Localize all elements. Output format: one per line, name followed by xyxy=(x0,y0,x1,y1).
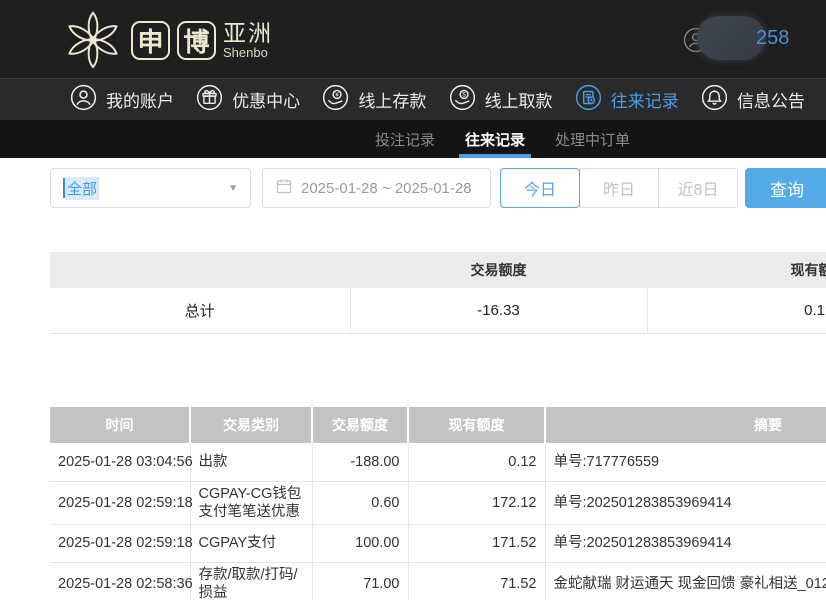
cell-type: CGPAY-CG钱包支付笔笔送优惠 xyxy=(190,481,312,524)
tab-transaction-records[interactable]: 往来记录 xyxy=(465,120,525,158)
summary-header-amount: 交易额度 xyxy=(350,252,647,288)
account-id-suffix[interactable]: 258 xyxy=(756,27,789,50)
main-nav: 我的账户 优惠中心 ¥ xyxy=(0,78,826,120)
nav-label: 优惠中心 xyxy=(232,87,300,112)
summary-total-row: 总计 -16.33 0.12 xyxy=(50,288,826,333)
table-row: 2025-01-28 02:59:18 CGPAY支付 100.00 171.5… xyxy=(50,524,826,562)
table-row: 2025-01-28 02:59:18 CGPAY-CG钱包支付笔笔送优惠 0.… xyxy=(50,481,826,524)
deposit-coin-icon: ¥ xyxy=(322,84,349,116)
user-icon xyxy=(70,84,97,116)
col-header-time: 时间 xyxy=(50,407,190,443)
cell-time: 2025-01-28 03:04:56 xyxy=(50,443,190,481)
records-subnav: 投注记录 往来记录 处理中订单 xyxy=(0,120,826,158)
cell-balance: 71.52 xyxy=(408,562,545,600)
records-clipboard-icon xyxy=(575,84,602,116)
tab-betting-records[interactable]: 投注记录 xyxy=(375,120,435,158)
nav-label: 往来记录 xyxy=(611,87,679,112)
nav-item-online-withdrawal[interactable]: $ 线上取款 xyxy=(449,84,553,116)
gift-icon xyxy=(196,84,223,116)
cell-summary: 金蛇献瑞 财运通天 现金回馈 豪礼相送_0128 xyxy=(545,562,826,600)
col-header-amount: 交易额度 xyxy=(312,407,408,443)
svg-text:$: $ xyxy=(462,91,466,98)
cell-type: CGPAY支付 xyxy=(190,524,312,562)
last-8-days-button[interactable]: 近8日 xyxy=(658,168,738,208)
col-header-type: 交易类别 xyxy=(190,407,312,443)
today-button[interactable]: 今日 xyxy=(500,168,580,208)
page: 申 博 亚洲 Shenbo 258 我的账户 xyxy=(0,0,826,600)
tab-processing-orders[interactable]: 处理中订单 xyxy=(555,120,630,158)
cell-amount: -188.00 xyxy=(312,443,408,481)
table-row: 2025-01-28 03:04:56 出款 -188.00 0.12 单号:7… xyxy=(50,443,826,481)
summary-header-empty xyxy=(50,252,350,288)
yesterday-button[interactable]: 昨日 xyxy=(579,168,659,208)
cell-summary: 单号:202501283853969414 xyxy=(545,524,826,562)
cell-type: 出款 xyxy=(190,443,312,481)
quick-date-button-group: 今日 昨日 近8日 xyxy=(500,168,738,208)
withdraw-coin-icon: $ xyxy=(449,84,476,116)
logo-region: 亚洲 xyxy=(223,21,273,45)
select-value: 全部 xyxy=(65,177,99,200)
nav-label: 线上取款 xyxy=(485,87,553,112)
transaction-type-select[interactable]: 全部 ▼ xyxy=(50,168,251,208)
date-range-input[interactable]: 2025-01-28 ~ 2025-01-28 xyxy=(262,168,491,208)
quick-btn-label: 近8日 xyxy=(678,176,719,200)
tab-label: 往来记录 xyxy=(465,129,525,150)
logo-char-bo: 博 xyxy=(177,21,216,60)
col-header-summary: 摘要 xyxy=(545,407,826,443)
cell-amount: 100.00 xyxy=(312,524,408,562)
col-header-balance: 现有额度 xyxy=(408,407,545,443)
bell-icon xyxy=(701,84,728,116)
records-header-row: 时间 交易类别 交易额度 现有额度 摘要 xyxy=(50,407,826,443)
tab-label: 处理中订单 xyxy=(555,129,630,150)
cell-summary: 单号:717776559 xyxy=(545,443,826,481)
svg-text:¥: ¥ xyxy=(336,91,340,98)
cell-time: 2025-01-28 02:58:36 xyxy=(50,562,190,600)
date-range-value: 2025-01-28 ~ 2025-01-28 xyxy=(301,180,472,197)
nav-item-transaction-records[interactable]: 往来记录 xyxy=(575,84,679,116)
summary-total-balance: 0.12 xyxy=(647,288,826,333)
brand-logo[interactable]: 申 博 亚洲 Shenbo xyxy=(62,7,273,74)
nav-item-online-deposit[interactable]: ¥ 线上存款 xyxy=(322,84,426,116)
query-button[interactable]: 查询 xyxy=(745,168,826,208)
calendar-icon xyxy=(276,178,292,198)
table-row: 2025-01-28 02:58:36 存款/取款/打码/损益 71.00 71… xyxy=(50,562,826,600)
cell-time: 2025-01-28 02:59:18 xyxy=(50,524,190,562)
quick-btn-label: 今日 xyxy=(524,176,556,200)
cell-balance: 0.12 xyxy=(408,443,545,481)
summary-total-amount: -16.33 xyxy=(350,288,647,333)
logo-char-shen: 申 xyxy=(131,21,170,60)
nav-label: 线上存款 xyxy=(358,87,426,112)
cell-type: 存款/取款/打码/损益 xyxy=(190,562,312,600)
brand-header: 申 博 亚洲 Shenbo 258 xyxy=(0,0,826,78)
cell-time: 2025-01-28 02:59:18 xyxy=(50,481,190,524)
username-redacted-pill[interactable] xyxy=(697,16,765,60)
cell-summary: 单号:202501283853969414 xyxy=(545,481,826,524)
cell-balance: 171.52 xyxy=(408,524,545,562)
cell-amount: 71.00 xyxy=(312,562,408,600)
quick-btn-label: 昨日 xyxy=(603,176,635,200)
nav-label: 信息公告 xyxy=(737,87,805,112)
summary-header-balance: 现有额度 xyxy=(647,252,826,288)
flower-logo-icon xyxy=(62,7,124,74)
summary-total-label: 总计 xyxy=(50,288,350,333)
nav-item-promotions[interactable]: 优惠中心 xyxy=(196,84,300,116)
logo-subtitle: Shenbo xyxy=(223,45,273,60)
cell-amount: 0.60 xyxy=(312,481,408,524)
nav-label: 我的账户 xyxy=(106,87,174,112)
records-table: 时间 交易类别 交易额度 现有额度 摘要 2025-01-28 03:04:56… xyxy=(50,407,826,600)
tab-label: 投注记录 xyxy=(375,129,435,150)
caret-down-icon: ▼ xyxy=(228,183,238,194)
summary-header-row: 交易额度 现有额度 xyxy=(50,252,826,288)
nav-item-my-account[interactable]: 我的账户 xyxy=(70,84,174,116)
cell-balance: 172.12 xyxy=(408,481,545,524)
nav-item-announcements[interactable]: 信息公告 xyxy=(701,84,805,116)
summary-table: 交易额度 现有额度 总计 -16.33 0.12 xyxy=(50,252,826,334)
